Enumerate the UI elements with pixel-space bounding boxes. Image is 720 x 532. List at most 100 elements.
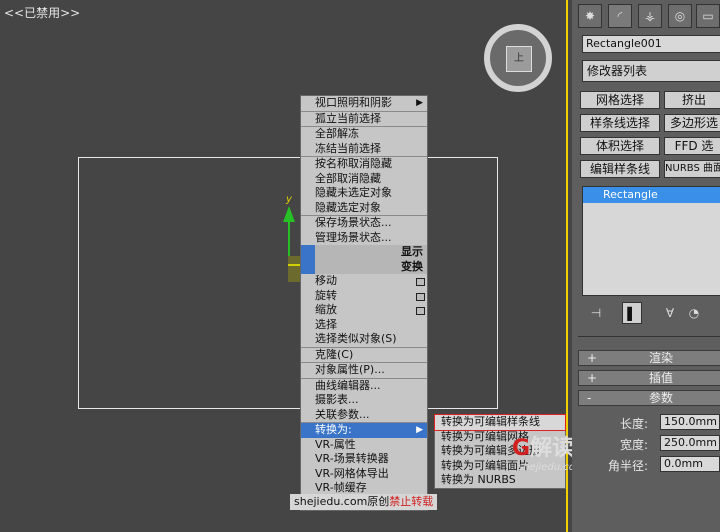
- convert-submenu-item[interactable]: 转换为 NURBS: [435, 473, 565, 488]
- command-panel-tabs: ✸ ◜ ⚶ ◎ ▭: [576, 4, 720, 28]
- quad-menu-item-label: 全部取消隐藏: [315, 171, 381, 185]
- quad-menu-item[interactable]: 变换: [301, 259, 427, 274]
- quad-menu-item[interactable]: VR-属性: [301, 438, 427, 453]
- width-label: 宽度:: [620, 438, 649, 452]
- viewport-label[interactable]: <<已禁用>>: [4, 4, 80, 21]
- quad-menu-item-label: 曲线编辑器...: [315, 378, 381, 392]
- quad-menu-item[interactable]: 按名称取消隐藏: [301, 156, 427, 172]
- show-end-result-icon[interactable]: ▌: [622, 302, 642, 324]
- quad-menu-item-label: 变换: [401, 259, 423, 273]
- rendering-rollout[interactable]: + 渲染: [578, 350, 720, 366]
- quad-menu-item-label: 全部解冻: [315, 127, 359, 140]
- quad-menu-item[interactable]: 选择: [301, 318, 427, 333]
- quad-menu-item-label: 按名称取消隐藏: [315, 157, 392, 170]
- quad-menu-item[interactable]: VR-场景转换器: [301, 452, 427, 467]
- object-name-field[interactable]: Rectangle001: [582, 35, 720, 53]
- quad-menu-item[interactable]: 冻结当前选择: [301, 142, 427, 157]
- quad-menu-item[interactable]: 隐藏选定对象: [301, 201, 427, 216]
- quad-menu: 视口照明和阴影 ▶ 孤立当前选择 全部解冻 冻结当前选择 按名称取消隐藏 全部取消隐藏 隐藏未…: [300, 95, 428, 511]
- quad-menu-item-label: 对象属性(P)...: [315, 363, 385, 376]
- modify-tab[interactable]: ◜: [608, 4, 632, 28]
- viewcube[interactable]: 上: [484, 24, 552, 92]
- quad-menu-item-label: VR-场景转换器: [315, 452, 389, 465]
- width-field[interactable]: 250.0mm: [660, 435, 720, 451]
- quad-menu-item-label: 管理场景状态...: [315, 230, 392, 244]
- pin-stack-icon[interactable]: ⊣: [586, 302, 606, 324]
- extrude-button[interactable]: 挤出: [664, 91, 720, 109]
- y-axis-label: y: [286, 194, 292, 205]
- interpolation-rollout[interactable]: + 插值: [578, 370, 720, 386]
- display-icon: ▭: [702, 9, 714, 23]
- nurbs-surface-button[interactable]: NURBS 曲面: [664, 160, 720, 178]
- quad-menu-item-label: 转换为:: [315, 423, 352, 436]
- spline-select-button[interactable]: 样条线选择: [580, 114, 660, 132]
- edit-spline-button[interactable]: 编辑样条线: [580, 160, 660, 178]
- quad-menu-item[interactable]: 保存场景状态...: [301, 215, 427, 231]
- modify-icon: ◜: [617, 9, 623, 23]
- quad-menu-item[interactable]: 旋转: [301, 289, 427, 304]
- quad-menu-item[interactable]: 对象属性(P)...: [301, 362, 427, 378]
- quad-menu-item-label: 缩放: [315, 303, 337, 316]
- quad-menu-item-label: 摄影表...: [315, 393, 359, 406]
- make-unique-icon[interactable]: ∀: [660, 302, 680, 324]
- create-tab[interactable]: ✸: [578, 4, 602, 28]
- quad-menu-item[interactable]: 摄影表...: [301, 393, 427, 408]
- gizmo-plane-handle[interactable]: [288, 256, 300, 282]
- quad-menu-item[interactable]: 全部取消隐藏: [301, 172, 427, 187]
- settings-box-icon[interactable]: [416, 278, 425, 286]
- corner-radius-field[interactable]: 0.0mm: [660, 456, 720, 472]
- stack-tools: ⊣ ▌ ∀ ◔: [582, 302, 720, 324]
- quad-menu-item-label: 隐藏选定对象: [315, 200, 381, 214]
- quad-menu-item[interactable]: 移动: [301, 274, 427, 289]
- ffd-select-button[interactable]: FFD 选: [664, 137, 720, 155]
- quad-menu-item-label: 显示: [401, 245, 423, 258]
- expand-icon: +: [587, 351, 598, 365]
- quad-menu-item-label: VR-属性: [315, 437, 356, 451]
- parameters-rollout[interactable]: - 参数: [578, 390, 720, 406]
- quad-menu-item-label: 隐藏未选定对象: [315, 186, 392, 199]
- quad-menu-item[interactable]: 转换为: ▶: [301, 422, 427, 438]
- quad-menu-item[interactable]: 关联参数...: [301, 408, 427, 423]
- hierarchy-tab[interactable]: ⚶: [638, 4, 662, 28]
- quad-menu-item[interactable]: 曲线编辑器...: [301, 377, 427, 394]
- settings-box-icon[interactable]: [416, 292, 425, 301]
- quad-menu-item[interactable]: VR-网格体导出: [301, 467, 427, 482]
- quad-menu-item[interactable]: 选择类似对象(S): [301, 332, 427, 347]
- poly-select-button[interactable]: 多边形选: [664, 114, 720, 132]
- quad-menu-item[interactable]: 视口照明和阴影 ▶: [301, 96, 427, 111]
- expand-icon: +: [587, 371, 598, 385]
- length-field[interactable]: 150.0mm: [660, 414, 720, 430]
- quad-menu-item-label: VR-帧缓存: [315, 481, 367, 494]
- submenu-arrow-icon: ▶: [416, 98, 423, 108]
- quad-menu-item[interactable]: 克隆(C): [301, 346, 427, 363]
- stack-item-rectangle[interactable]: Rectangle: [583, 187, 720, 203]
- convert-submenu-item[interactable]: 转换为可编辑样条线: [434, 414, 566, 431]
- quad-menu-item-label: 克隆(C): [315, 347, 354, 361]
- command-panel: ✸ ◜ ⚶ ◎ ▭ Rectangle001 修改器列表 网格选择 挤出 样条线…: [572, 0, 720, 532]
- quad-menu-item[interactable]: 全部解冻: [301, 126, 427, 142]
- modifier-list-dropdown[interactable]: 修改器列表: [582, 60, 720, 82]
- display-tab[interactable]: ▭: [696, 4, 720, 28]
- settings-box-icon[interactable]: [416, 307, 425, 315]
- mesh-select-button[interactable]: 网格选择: [580, 91, 660, 109]
- modifier-stack[interactable]: Rectangle: [582, 186, 720, 296]
- quad-menu-item[interactable]: 孤立当前选择: [301, 110, 427, 127]
- quad-menu-item-label: 保存场景状态...: [315, 216, 392, 229]
- transform-gizmo[interactable]: y: [282, 194, 302, 286]
- quad-menu-item[interactable]: 管理场景状态...: [301, 231, 427, 246]
- remove-modifier-icon[interactable]: ◔: [684, 302, 704, 324]
- quad-menu-item[interactable]: 缩放: [301, 303, 427, 318]
- watermark-bar: shejiedu.com原创禁止转载: [290, 494, 438, 510]
- quad-menu-item[interactable]: 隐藏未选定对象: [301, 186, 427, 201]
- quad-menu-item-label: 冻结当前选择: [315, 141, 381, 155]
- hierarchy-icon: ⚶: [644, 9, 656, 23]
- quad-menu-item-label: 选择: [315, 317, 337, 331]
- panel-divider: [578, 336, 720, 337]
- length-label: 长度:: [620, 417, 649, 431]
- volume-select-button[interactable]: 体积选择: [580, 137, 660, 155]
- viewcube-top-face[interactable]: 上: [506, 46, 532, 72]
- motion-icon: ◎: [674, 9, 686, 23]
- motion-tab[interactable]: ◎: [668, 4, 692, 28]
- quad-menu-item-label: 关联参数...: [315, 407, 370, 421]
- quad-menu-item[interactable]: 显示: [301, 245, 427, 260]
